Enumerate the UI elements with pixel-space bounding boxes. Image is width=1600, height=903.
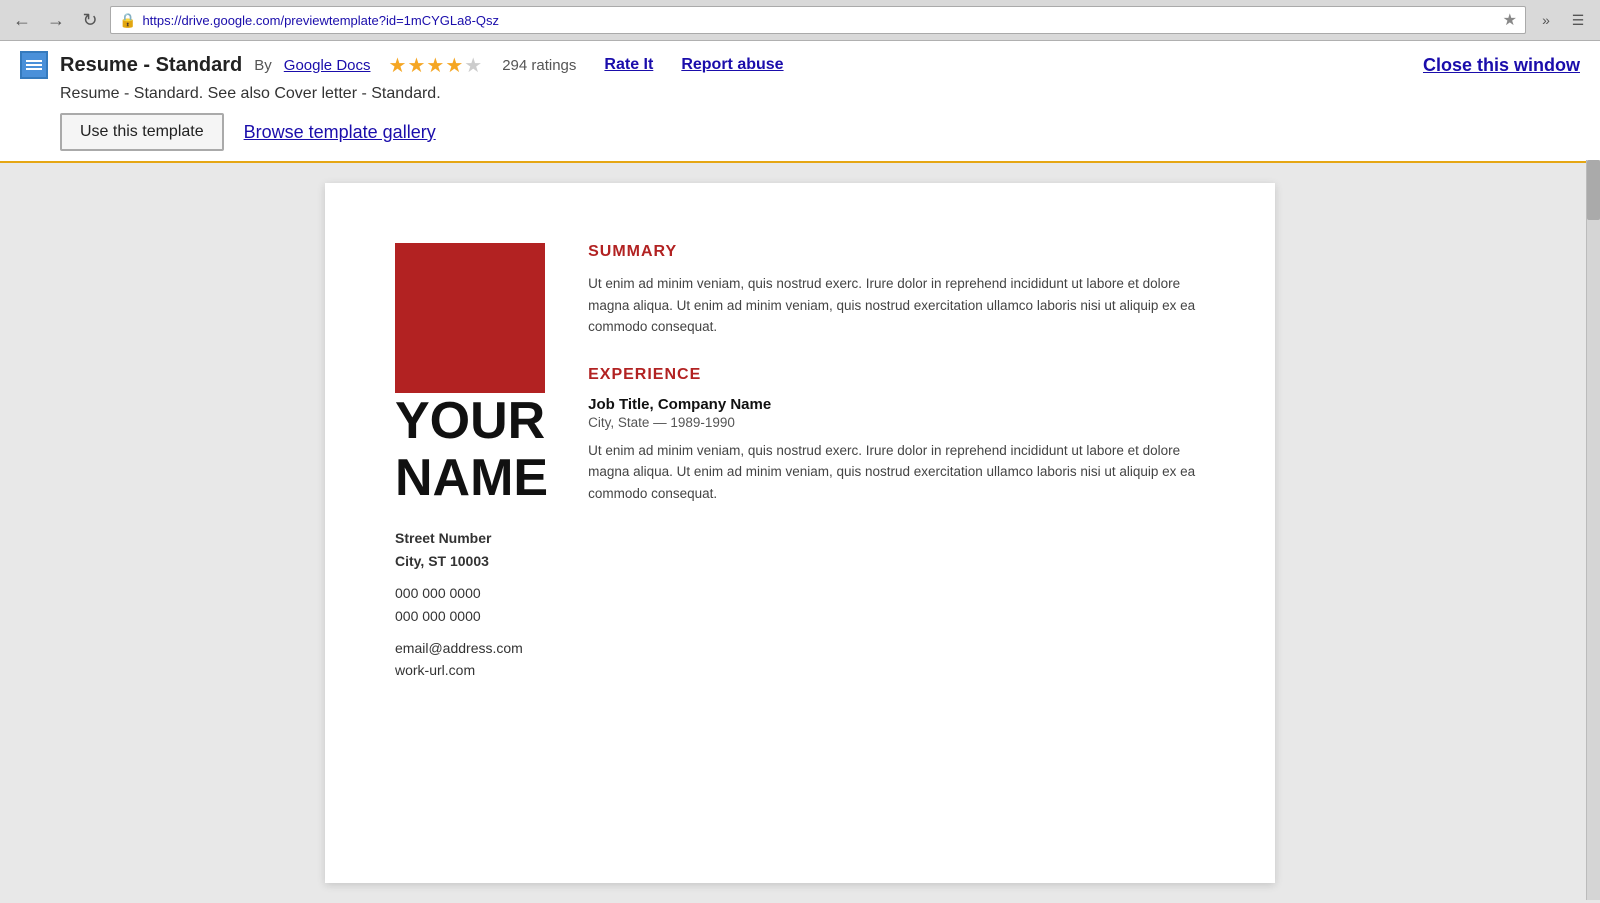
doc-line-1 (26, 60, 42, 62)
template-description: Resume - Standard. See also Cover letter… (60, 85, 1580, 103)
website: work-url.com (395, 659, 523, 681)
resume-header: YOUR NAME Street Number City, ST 10003 0… (395, 243, 1205, 682)
star-5: ★ (464, 53, 482, 78)
resume-photo (395, 243, 545, 393)
star-3: ★ (426, 53, 444, 78)
author-link[interactable]: Google Docs (284, 57, 371, 74)
scroll-thumb[interactable] (1587, 160, 1600, 220)
resume-name-line2: NAME (395, 449, 548, 507)
job-title: Job Title, Company Name (588, 396, 1205, 413)
summary-body: Ut enim ad minim veniam, quis nostrud ex… (588, 273, 1205, 338)
browse-gallery-link[interactable]: Browse template gallery (244, 122, 436, 143)
scrollbar[interactable] (1586, 160, 1600, 900)
close-link[interactable]: Close this window (1423, 55, 1580, 76)
by-label: By (254, 57, 272, 74)
experience-title: EXPERIENCE (588, 366, 1205, 384)
doc-line-2 (26, 64, 42, 66)
resume-right-col: SUMMARY Ut enim ad minim veniam, quis no… (588, 243, 1205, 682)
resume-address: Street Number City, ST 10003 (395, 527, 491, 572)
doc-icon (20, 51, 48, 79)
star-rating: ★ ★ ★ ★ ★ (389, 53, 483, 78)
bookmark-icon: ★ (1503, 10, 1517, 30)
browser-toolbar: ← → ↻ 🔒 https://drive.google.com/preview… (0, 0, 1600, 40)
back-button[interactable]: ← (8, 6, 36, 34)
doc-title: Resume - Standard (60, 54, 242, 77)
star-1: ★ (389, 53, 407, 78)
report-link[interactable]: Report abuse (681, 56, 783, 74)
address-line2: City, ST 10003 (395, 550, 491, 572)
resume-contact: email@address.com work-url.com (395, 637, 523, 682)
main-content: YOUR NAME Street Number City, ST 10003 0… (0, 163, 1600, 903)
extra-buttons: » ☰ (1532, 6, 1592, 34)
phone2: 000 000 0000 (395, 605, 481, 627)
resume-name: YOUR NAME (395, 393, 548, 507)
address-line1: Street Number (395, 527, 491, 549)
lock-icon: 🔒 (119, 12, 136, 29)
resume-paper: YOUR NAME Street Number City, ST 10003 0… (325, 183, 1275, 883)
doc-icon-lines (23, 57, 45, 73)
url-text: https://drive.google.com/previewtemplate… (142, 13, 1496, 28)
more-button[interactable]: » (1532, 6, 1560, 34)
use-template-button[interactable]: Use this template (60, 113, 224, 151)
ratings-count: 294 ratings (502, 57, 576, 74)
info-bar-actions: Use this template Browse template galler… (60, 113, 1580, 151)
star-2: ★ (407, 53, 425, 78)
job-location: City, State — 1989-1990 (588, 415, 1205, 430)
refresh-button[interactable]: ↻ (76, 6, 104, 34)
phone1: 000 000 0000 (395, 582, 481, 604)
resume-name-line1: YOUR (395, 392, 545, 450)
job-description: Ut enim ad minim veniam, quis nostrud ex… (588, 440, 1205, 505)
doc-line-3 (26, 68, 42, 70)
forward-button[interactable]: → (42, 6, 70, 34)
email: email@address.com (395, 637, 523, 659)
info-bar: Resume - Standard By Google Docs ★ ★ ★ ★… (0, 41, 1600, 163)
star-4: ★ (445, 53, 463, 78)
resume-phone: 000 000 0000 000 000 0000 (395, 582, 481, 627)
resume-left-col: YOUR NAME Street Number City, ST 10003 0… (395, 243, 548, 682)
rate-link[interactable]: Rate It (604, 56, 653, 74)
browser-chrome: ← → ↻ 🔒 https://drive.google.com/preview… (0, 0, 1600, 41)
summary-title: SUMMARY (588, 243, 1205, 261)
info-bar-top: Resume - Standard By Google Docs ★ ★ ★ ★… (20, 51, 1580, 79)
menu-button[interactable]: ☰ (1564, 6, 1592, 34)
address-bar[interactable]: 🔒 https://drive.google.com/previewtempla… (110, 6, 1526, 34)
